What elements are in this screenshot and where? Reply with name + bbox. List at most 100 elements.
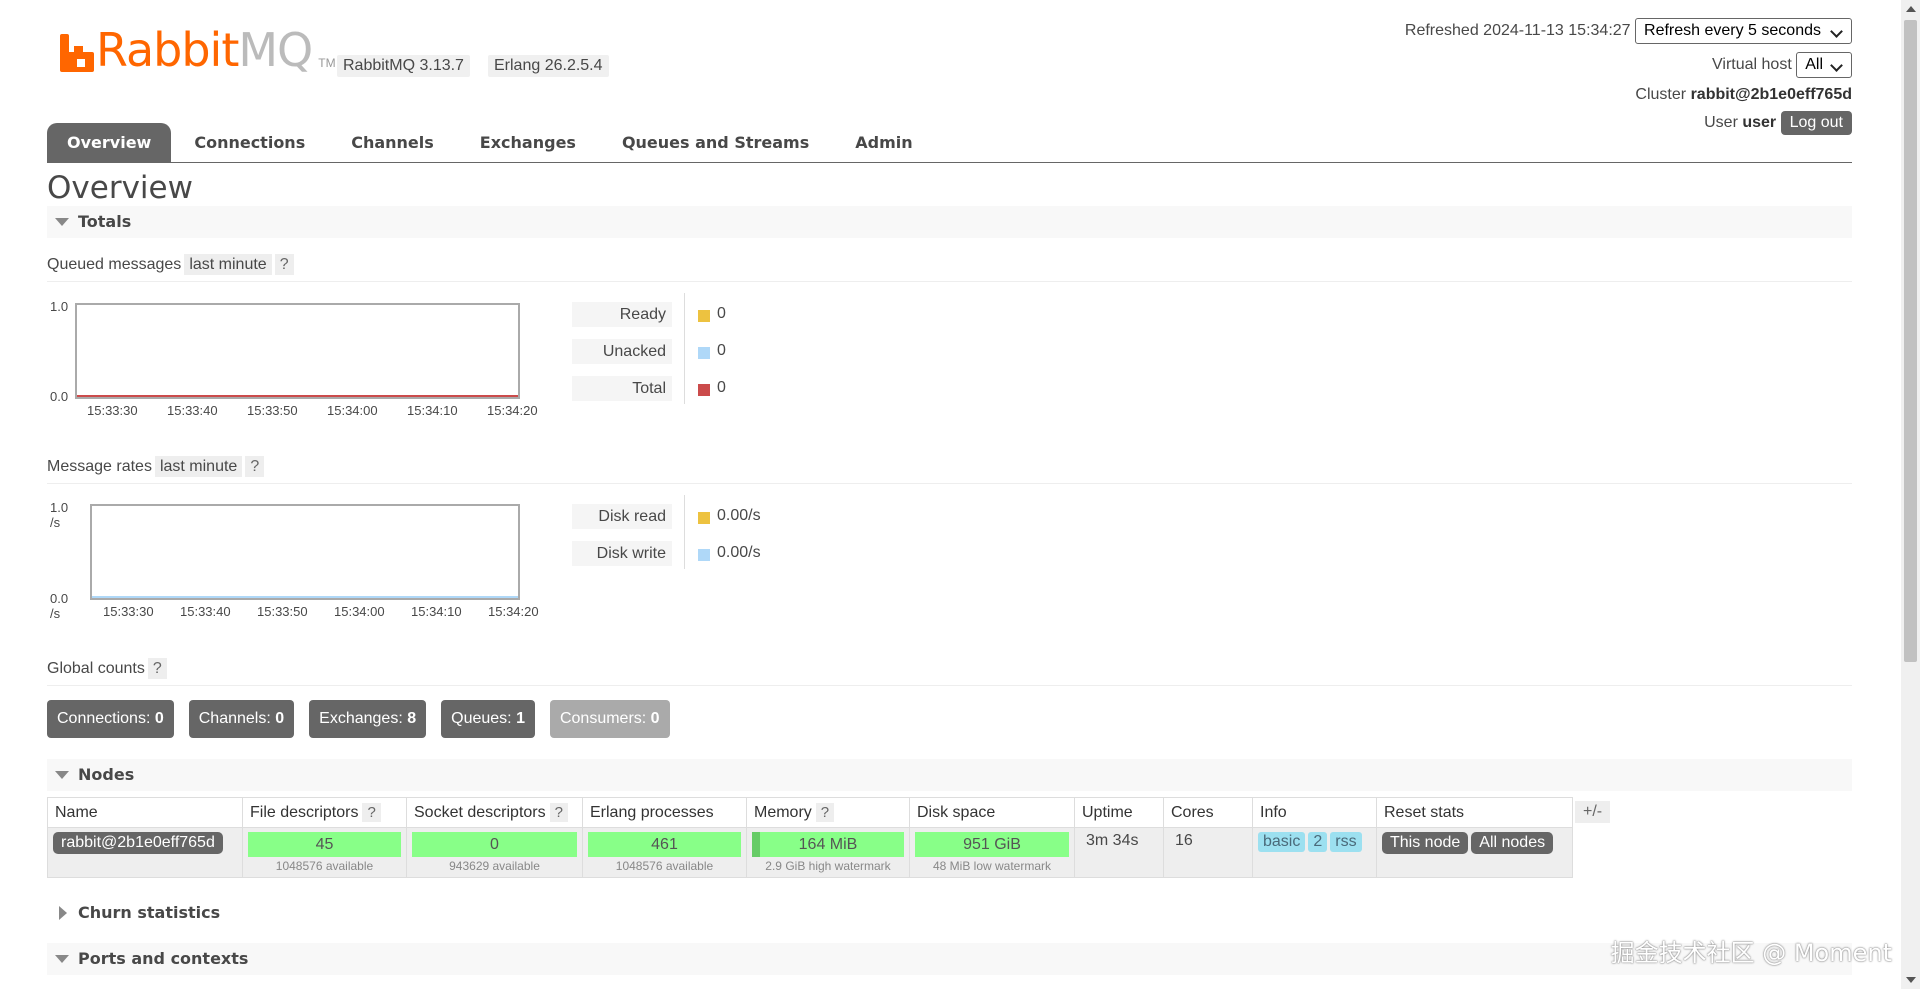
queued-ytick-min: 0.0 [50, 389, 69, 404]
rabbitmq-logo[interactable]: RabbitMQ TM [60, 27, 336, 73]
legend-key-ready: Ready [572, 302, 672, 327]
cell-cores: 16 [1163, 827, 1253, 878]
memory-help-button[interactable]: ? [815, 802, 835, 822]
legend-key-total: Total [572, 376, 672, 401]
rabbitmq-version: RabbitMQ 3.13.7 [337, 55, 470, 77]
col-name: Name [47, 797, 243, 828]
legend-swatch-ready [698, 310, 710, 322]
vhost-select[interactable]: All [1796, 52, 1852, 78]
cell-info: basic 2 rss [1252, 827, 1377, 878]
ep-bar: 461 [588, 832, 741, 857]
tab-queues-and-streams[interactable]: Queues and Streams [599, 123, 832, 163]
section-nodes-header[interactable]: Nodes [47, 759, 1852, 791]
sd-help-button[interactable]: ? [549, 802, 568, 822]
message-rates-label: Message rates [47, 458, 152, 475]
disk-watermark: 48 MiB low watermark [932, 859, 1052, 873]
scrollbar-thumb[interactable] [1904, 20, 1917, 662]
cell-socket-descriptors: 0 943629 available [406, 827, 583, 878]
x-tick-label: 15:34:20 [488, 604, 539, 619]
info-tag-basic: basic [1258, 832, 1306, 852]
scroll-up-arrow-icon[interactable] [1906, 6, 1916, 12]
expanded-triangle-icon [55, 955, 69, 963]
queued-plot-svg [77, 395, 518, 397]
vertical-scrollbar[interactable] [1901, 0, 1920, 989]
count-connections[interactable]: Connections: 0 [47, 700, 174, 738]
x-tick-label: 15:33:50 [247, 403, 298, 418]
legend-value-disk-read: 0.00/s [717, 507, 761, 524]
nodes-table: Name File descriptors? Socket descriptor… [47, 797, 1573, 878]
section-ports-header[interactable]: Ports and contexts [47, 943, 1852, 975]
legend-key-unacked: Unacked [572, 339, 672, 364]
expanded-triangle-icon [55, 218, 69, 226]
col-disk-space: Disk space [909, 797, 1075, 828]
col-reset-stats: Reset stats [1376, 797, 1573, 828]
cluster-row: Cluster rabbit@2b1e0eff765d [1635, 86, 1852, 104]
cell-erlang-processes: 461 1048576 available [582, 827, 747, 878]
queued-help-button[interactable]: ? [274, 254, 294, 275]
reset-all-nodes-button[interactable]: All nodes [1471, 832, 1554, 854]
section-churn-label: Churn statistics [78, 903, 221, 922]
expanded-triangle-icon [55, 771, 69, 779]
col-uptime: Uptime [1074, 797, 1164, 828]
legend-swatch-disk-write [698, 549, 710, 561]
disk-bar: 951 GiB [915, 832, 1069, 857]
cluster-name: rabbit@2b1e0eff765d [1690, 86, 1852, 103]
global-counts-help-button[interactable]: ? [147, 658, 167, 679]
count-channels[interactable]: Channels: 0 [188, 700, 295, 738]
x-tick-label: 15:33:30 [103, 604, 154, 619]
cell-reset-stats: This node All nodes [1376, 827, 1573, 878]
scroll-down-arrow-icon[interactable] [1906, 977, 1916, 983]
legend-value-ready: 0 [717, 305, 726, 322]
rates-help-button[interactable]: ? [245, 456, 265, 477]
section-totals-label: Totals [78, 212, 132, 231]
count-exchanges[interactable]: Exchanges: 8 [309, 700, 427, 738]
x-tick-label: 15:34:10 [407, 403, 458, 418]
count-consumers[interactable]: Consumers: 0 [549, 700, 670, 738]
tab-connections[interactable]: Connections [171, 123, 328, 163]
memory-watermark: 2.9 GiB high watermark [765, 859, 891, 873]
legend-value-disk-write: 0.00/s [717, 544, 761, 561]
cell-disk-space: 951 GiB 48 MiB low watermark [909, 827, 1075, 878]
legend-swatch-disk-read [698, 512, 710, 524]
col-cores: Cores [1163, 797, 1253, 828]
col-info: Info [1252, 797, 1377, 828]
queued-messages-heading: Queued messages last minute? [47, 254, 1852, 282]
x-tick-label: 15:33:30 [87, 403, 138, 418]
count-queues[interactable]: Queues: 1 [441, 700, 535, 738]
col-memory: Memory? [746, 797, 910, 828]
rates-range-toggle[interactable]: last minute [154, 456, 243, 477]
collapsed-triangle-icon [59, 906, 67, 920]
col-socket-descriptors: Socket descriptors? [406, 797, 583, 828]
rates-plot-svg [92, 596, 518, 598]
refresh-interval-select[interactable]: Refresh every 5 seconds [1635, 18, 1852, 44]
section-nodes-label: Nodes [78, 765, 135, 784]
cores-value: 16 [1175, 832, 1193, 849]
column-toggle-button[interactable]: +/- [1575, 801, 1611, 823]
nodes-table-header: Name File descriptors? Socket descriptor… [47, 797, 1573, 828]
memory-bar: 164 MiB [752, 832, 904, 857]
tab-exchanges[interactable]: Exchanges [457, 123, 599, 163]
reset-this-node-button[interactable]: This node [1382, 832, 1469, 854]
tab-channels[interactable]: Channels [328, 123, 457, 163]
section-totals-header[interactable]: Totals [47, 206, 1852, 238]
tab-overview[interactable]: Overview [47, 123, 172, 163]
refresh-row: Refreshed 2024-11-13 15:34:27 Refresh ev… [1405, 18, 1852, 44]
info-tag-count: 2 [1308, 832, 1328, 852]
cell-file-descriptors: 45 1048576 available [242, 827, 407, 878]
tab-admin[interactable]: Admin [832, 123, 935, 163]
vhost-label: Virtual host [1712, 56, 1792, 74]
main-tabs: Overview Connections Channels Exchanges … [47, 123, 1852, 163]
queued-range-toggle[interactable]: last minute [184, 254, 272, 275]
table-row: rabbit@2b1e0eff765d 45 1048576 available … [47, 827, 1573, 878]
node-name-link[interactable]: rabbit@2b1e0eff765d [53, 832, 223, 854]
x-tick-label: 15:33:40 [180, 604, 231, 619]
col-file-descriptors: File descriptors? [242, 797, 407, 828]
cluster-label: Cluster [1635, 86, 1687, 103]
section-churn-header[interactable]: Churn statistics [47, 897, 1852, 929]
watermark: 掘金技术社区 @ Moment [1610, 939, 1892, 967]
global-counts-heading: Global counts? [47, 658, 1852, 686]
fd-help-button[interactable]: ? [362, 802, 381, 822]
global-counts: Connections: 0 Channels: 0 Exchanges: 8 … [47, 700, 670, 738]
x-tick-label: 15:33:50 [257, 604, 308, 619]
legend-value-unacked: 0 [717, 342, 726, 359]
